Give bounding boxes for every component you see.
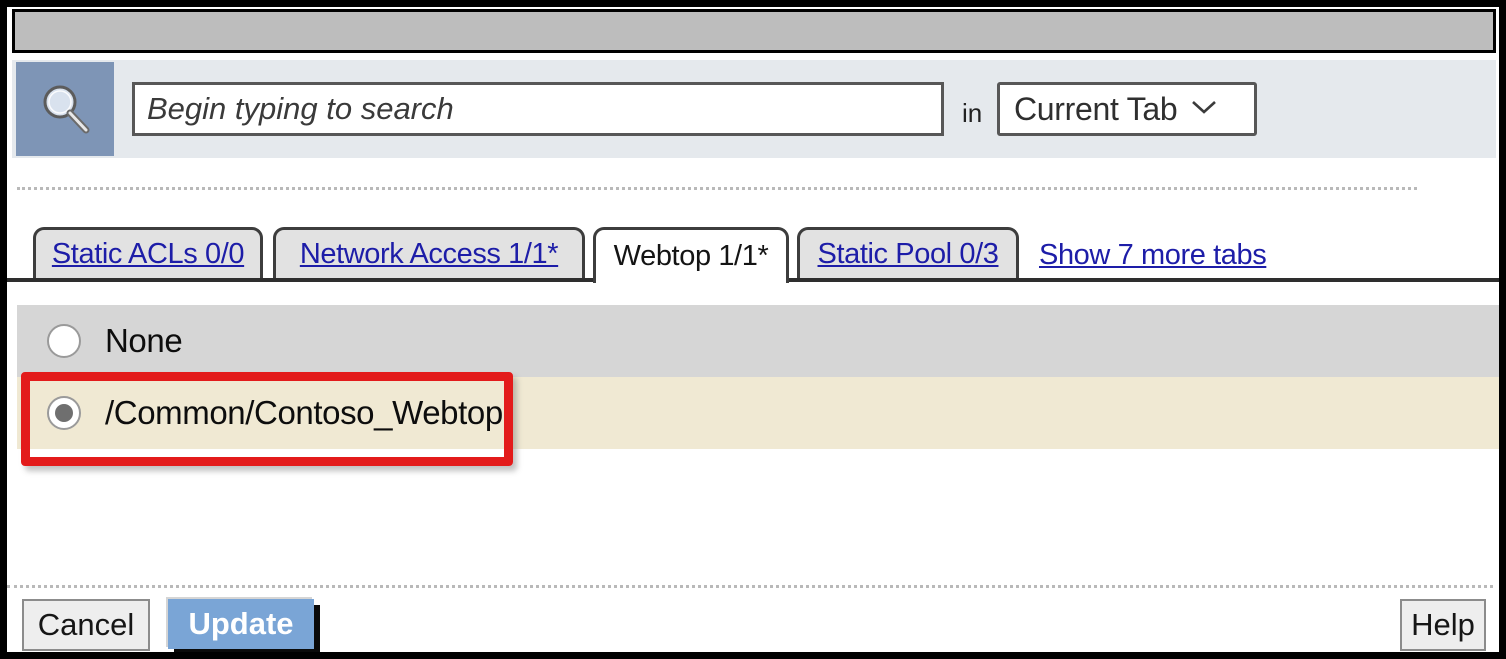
dialog-window: in Current Tab Static ACLs 0/0 Network A… xyxy=(0,0,1506,659)
tab-static-pool[interactable]: Static Pool 0/3 xyxy=(797,227,1019,279)
radio-button-contoso-webtop[interactable] xyxy=(47,396,81,430)
help-button[interactable]: Help xyxy=(1400,599,1486,651)
show-more-tabs-link[interactable]: Show 7 more tabs xyxy=(1039,239,1267,272)
radio-selected-dot xyxy=(55,404,73,422)
help-button-label: Help xyxy=(1411,607,1475,642)
separator-top xyxy=(17,187,1417,190)
option-row-contoso-webtop[interactable]: /Common/Contoso_Webtop xyxy=(17,377,1499,449)
tab-webtop[interactable]: Webtop 1/1* xyxy=(593,227,789,283)
cancel-button-label: Cancel xyxy=(37,607,135,642)
search-input[interactable] xyxy=(132,82,944,136)
option-label: None xyxy=(105,322,183,359)
option-label: /Common/Contoso_Webtop xyxy=(105,394,503,431)
search-scope-select[interactable]: Current Tab xyxy=(997,82,1257,136)
tab-label: Network Access 1/1* xyxy=(299,238,559,270)
search-scope-label: in xyxy=(962,98,983,128)
chevron-down-icon xyxy=(1189,97,1219,122)
tab-label: Static ACLs 0/0 xyxy=(51,238,245,270)
separator-bottom xyxy=(7,585,1493,588)
tab-strip: Static ACLs 0/0 Network Access 1/1* Webt… xyxy=(7,219,1499,283)
cancel-button[interactable]: Cancel xyxy=(22,599,150,651)
window-title-bar xyxy=(12,9,1496,53)
tab-label: Static Pool 0/3 xyxy=(817,238,999,270)
tab-static-acls[interactable]: Static ACLs 0/0 xyxy=(33,227,263,279)
tab-network-access[interactable]: Network Access 1/1* xyxy=(273,227,585,279)
search-bar: in Current Tab xyxy=(12,60,1496,158)
search-scope-value: Current Tab xyxy=(1014,90,1178,127)
update-button-label: Update xyxy=(188,606,294,641)
search-icon xyxy=(16,62,114,156)
update-button[interactable]: Update xyxy=(168,599,314,649)
radio-button-none[interactable] xyxy=(47,324,81,358)
tab-label: Webtop 1/1* xyxy=(613,240,769,272)
option-row-none[interactable]: None xyxy=(17,305,1499,377)
